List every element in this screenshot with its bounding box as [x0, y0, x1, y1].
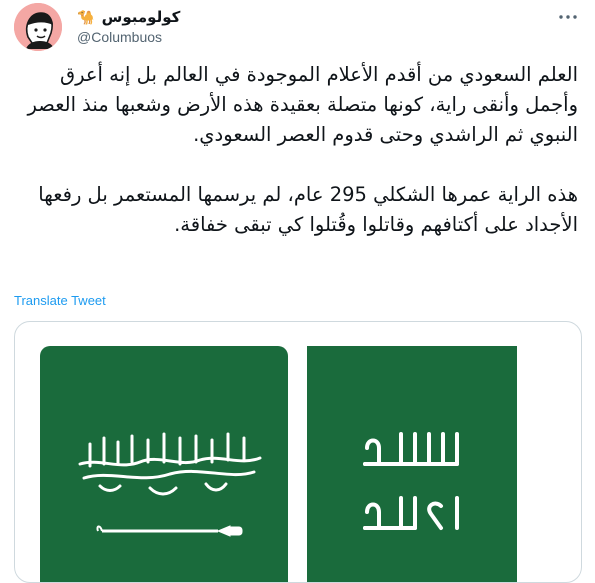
tweet-header: 🐪 كولومبوس @Columbuos [0, 0, 595, 60]
user-handle[interactable]: @Columbuos [77, 29, 162, 45]
more-icon[interactable] [555, 4, 581, 30]
camel-emoji-icon: 🐪 [77, 10, 95, 26]
display-name-text: كولومبوس [101, 8, 181, 26]
tweet-text: العلم السعودي من أقدم الأعلام الموجودة ف… [14, 60, 578, 240]
flag-image-right [307, 346, 555, 582]
avatar[interactable] [14, 3, 62, 51]
shahada-calligraphy-icon [78, 432, 262, 537]
display-name[interactable]: 🐪 كولومبوس [77, 8, 180, 27]
tweet-paragraph: هذه الراية عمرها الشكلي 295 عام، لم يرسم… [38, 183, 578, 236]
flag-image-left [40, 346, 288, 582]
flag-white-stripe [517, 346, 555, 582]
tweet-media[interactable] [14, 321, 582, 583]
translate-tweet-link[interactable]: Translate Tweet [14, 293, 106, 308]
shahada-text-icon [363, 432, 459, 530]
tweet-paragraph: العلم السعودي من أقدم الأعلام الموجودة ف… [27, 63, 578, 146]
